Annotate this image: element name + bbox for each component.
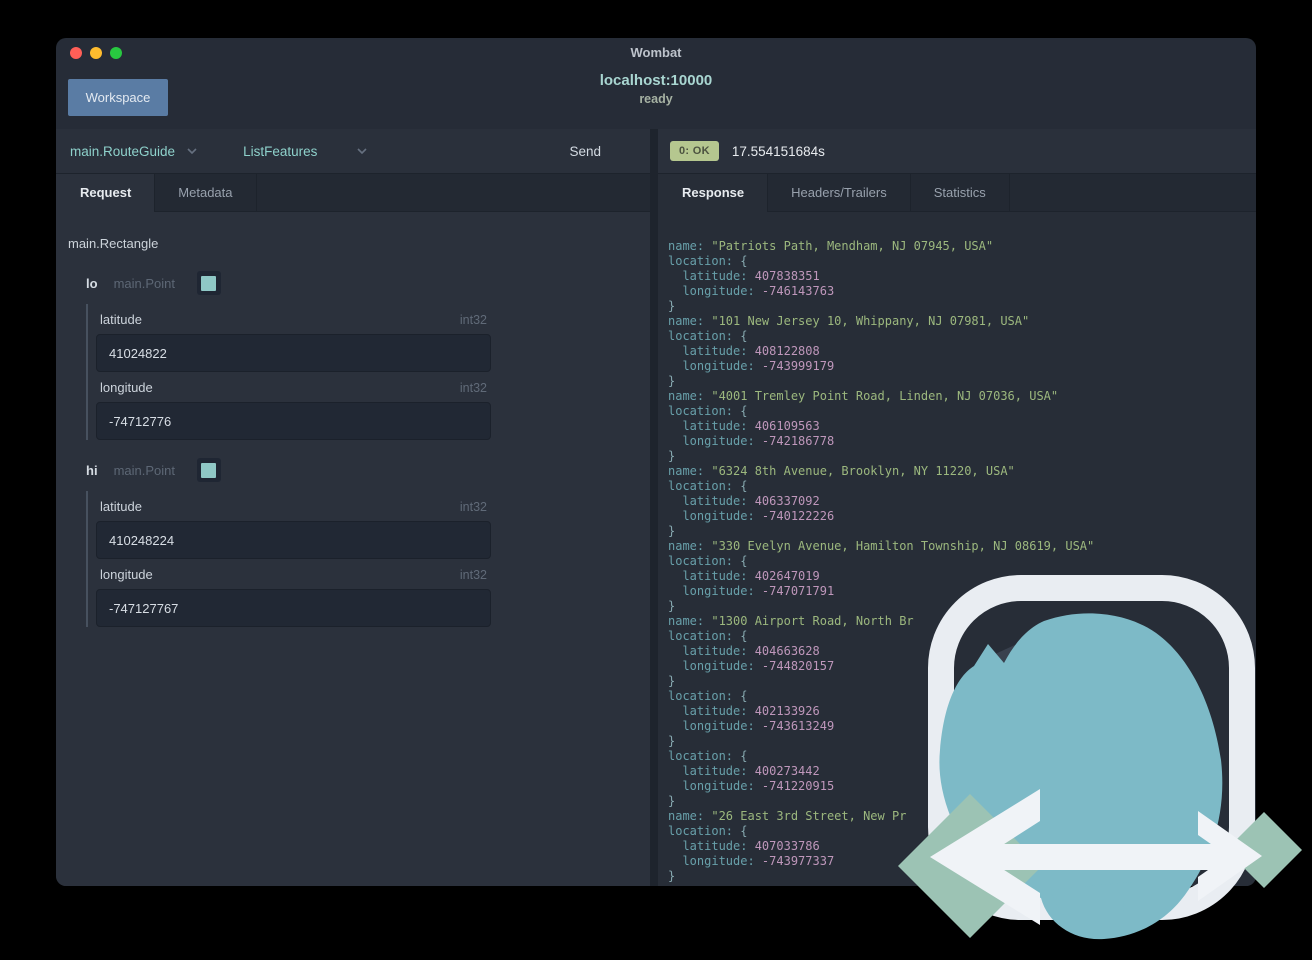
lo-enabled-checkbox[interactable] (196, 271, 221, 295)
lo-longitude-input[interactable] (96, 402, 491, 440)
group-type: main.Point (113, 275, 175, 291)
window-title: Wombat (630, 45, 682, 60)
tab-statistics[interactable]: Statistics (911, 174, 1010, 211)
panel-splitter[interactable] (650, 129, 658, 886)
checkbox-fill (201, 462, 217, 478)
chevron-down-icon (357, 148, 367, 154)
wombat-tail (1050, 882, 1132, 938)
tab-metadata[interactable]: Metadata (155, 174, 257, 211)
field-type: int32 (459, 313, 487, 327)
hi-latitude-input[interactable] (96, 521, 491, 559)
app-window: Wombat Workspace localhost:10000 ready m… (56, 38, 1256, 886)
server-address: localhost:10000 (599, 72, 713, 89)
response-tabs: Response Headers/Trailers Statistics (658, 174, 1256, 212)
request-panel: main.RouteGuide ListFeatures Send Reques… (56, 129, 650, 886)
request-toolbar: main.RouteGuide ListFeatures Send (56, 129, 650, 174)
request-tabs: Request Metadata (56, 174, 650, 212)
main-split: main.RouteGuide ListFeatures Send Reques… (56, 129, 1256, 886)
field-type: int32 (459, 568, 487, 582)
response-body: name: "Patriots Path, Mendham, NJ 07945,… (668, 239, 1095, 883)
group-type: main.Point (113, 462, 175, 478)
method-select-value: ListFeatures (243, 143, 318, 159)
response-statusbar: 0: OK 17.554151684s (658, 129, 1256, 174)
hi-longitude-input[interactable] (96, 589, 491, 627)
field-type: int32 (459, 500, 487, 514)
field-label: latitude (100, 312, 142, 327)
app-header: Workspace localhost:10000 ready (56, 66, 1256, 129)
response-duration: 17.554151684s (731, 143, 825, 159)
tab-response[interactable]: Response (658, 174, 769, 212)
request-form: main.Rectangle lo main.Point latitude in… (56, 212, 650, 886)
titlebar: Wombat (56, 38, 1256, 66)
checkbox-fill (201, 275, 217, 291)
service-select[interactable]: main.RouteGuide (70, 144, 197, 159)
method-select[interactable]: ListFeatures (243, 144, 367, 159)
field-group-hi: hi main.Point latitude int32 longitude i… (86, 458, 638, 627)
service-select-value: main.RouteGuide (70, 143, 176, 159)
group-name: lo (86, 275, 98, 291)
hi-enabled-checkbox[interactable] (196, 458, 221, 482)
group-name: hi (86, 462, 98, 478)
field-type: int32 (459, 381, 487, 395)
tab-headers-trailers[interactable]: Headers/Trailers (768, 174, 911, 211)
server-address-block: localhost:10000 ready (56, 72, 1256, 106)
response-panel: 0: OK 17.554151684s Response Headers/Tra… (658, 129, 1256, 886)
field-group-lo: lo main.Point latitude int32 longitude i… (86, 271, 638, 440)
chevron-down-icon (187, 148, 197, 154)
status-badge: 0: OK (670, 141, 719, 161)
message-type-label: main.Rectangle (68, 236, 159, 251)
field-label: longitude (100, 567, 153, 582)
connection-status: ready (639, 92, 673, 106)
tab-request[interactable]: Request (56, 174, 156, 212)
send-button[interactable]: Send (563, 143, 607, 160)
field-label: latitude (100, 499, 142, 514)
field-label: longitude (100, 380, 153, 395)
lo-latitude-input[interactable] (96, 334, 491, 372)
